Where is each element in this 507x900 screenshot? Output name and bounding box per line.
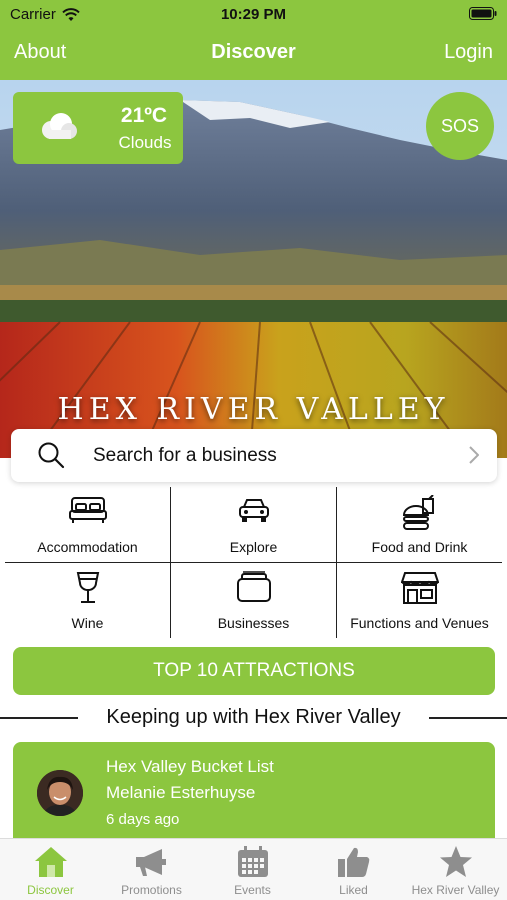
feed-author: Melanie Esterhuyse bbox=[106, 783, 256, 802]
category-label: Businesses bbox=[217, 615, 290, 631]
category-food-and-drink[interactable]: Food and Drink bbox=[337, 487, 502, 562]
category-label: Food and Drink bbox=[371, 539, 468, 555]
tab-label: Events bbox=[234, 883, 271, 897]
category-label: Accommodation bbox=[37, 539, 138, 555]
wine-glass-icon bbox=[76, 572, 99, 603]
tab-bar: Discover Promotions Events Liked Hex Riv… bbox=[0, 838, 507, 900]
category-functions-and-venues[interactable]: Functions and Venues bbox=[337, 563, 502, 638]
temperature-value: 21ºC bbox=[120, 104, 168, 127]
category-label: Wine bbox=[71, 615, 104, 631]
login-button[interactable]: Login bbox=[444, 41, 493, 64]
category-label: Explore bbox=[229, 539, 278, 555]
status-bar: Carrier 10:29 PM bbox=[0, 0, 507, 28]
feed-title: Hex Valley Bucket List bbox=[106, 757, 274, 776]
weather-condition: Clouds bbox=[118, 133, 172, 152]
feed-card[interactable]: Hex Valley Bucket List Melanie Esterhuys… bbox=[13, 742, 495, 842]
tab-events[interactable]: Events bbox=[202, 839, 303, 900]
hero-title: HEX RIVER VALLEY bbox=[57, 392, 450, 427]
category-explore[interactable]: Explore bbox=[171, 487, 336, 562]
tab-hex-river-valley[interactable]: Hex River Valley bbox=[404, 839, 507, 900]
weather-widget[interactable]: 21ºC Clouds bbox=[13, 92, 183, 164]
sos-button[interactable]: SOS bbox=[426, 92, 494, 160]
divider-line bbox=[0, 717, 78, 719]
chevron-right-icon bbox=[469, 446, 479, 464]
burger-icon bbox=[402, 495, 434, 530]
cloud-icon bbox=[42, 113, 77, 139]
section-header: Keeping up with Hex River Valley bbox=[0, 704, 507, 730]
tab-label: Hex River Valley bbox=[411, 883, 500, 897]
avatar bbox=[37, 770, 83, 816]
thumbs-up-icon bbox=[337, 847, 369, 877]
briefcase-icon bbox=[236, 571, 271, 602]
search-placeholder: Search for a business bbox=[93, 445, 277, 466]
divider-line bbox=[429, 717, 507, 719]
about-button[interactable]: About bbox=[14, 41, 66, 64]
bed-icon bbox=[68, 497, 107, 523]
calendar-icon bbox=[237, 846, 268, 877]
tab-label: Promotions bbox=[121, 883, 182, 897]
tab-liked[interactable]: Liked bbox=[303, 839, 404, 900]
storefront-icon bbox=[400, 572, 439, 604]
battery-icon bbox=[469, 7, 497, 24]
tab-label: Liked bbox=[339, 883, 368, 897]
top-10-attractions-button[interactable]: TOP 10 ATTRACTIONS bbox=[13, 647, 495, 695]
star-icon bbox=[439, 846, 472, 877]
feed-timestamp: 6 days ago bbox=[106, 811, 180, 828]
business-search-bar[interactable]: Search for a business bbox=[11, 429, 497, 482]
category-label: Functions and Venues bbox=[350, 615, 489, 631]
clock: 10:29 PM bbox=[220, 6, 287, 23]
category-wine[interactable]: Wine bbox=[5, 563, 170, 638]
home-icon bbox=[34, 847, 67, 877]
search-icon bbox=[38, 442, 65, 469]
page-title: Discover bbox=[211, 41, 296, 63]
car-icon bbox=[238, 499, 269, 522]
category-grid: Accommodation Explore Food and Drink Win… bbox=[5, 487, 502, 638]
tab-discover[interactable]: Discover bbox=[0, 839, 101, 900]
tab-promotions[interactable]: Promotions bbox=[101, 839, 202, 900]
tab-label: Discover bbox=[27, 883, 74, 897]
category-businesses[interactable]: Businesses bbox=[171, 563, 336, 638]
megaphone-icon bbox=[135, 849, 166, 876]
category-accommodation[interactable]: Accommodation bbox=[5, 487, 170, 562]
navigation-bar: About Discover Login bbox=[0, 28, 507, 80]
section-title: Keeping up with Hex River Valley bbox=[106, 706, 401, 728]
